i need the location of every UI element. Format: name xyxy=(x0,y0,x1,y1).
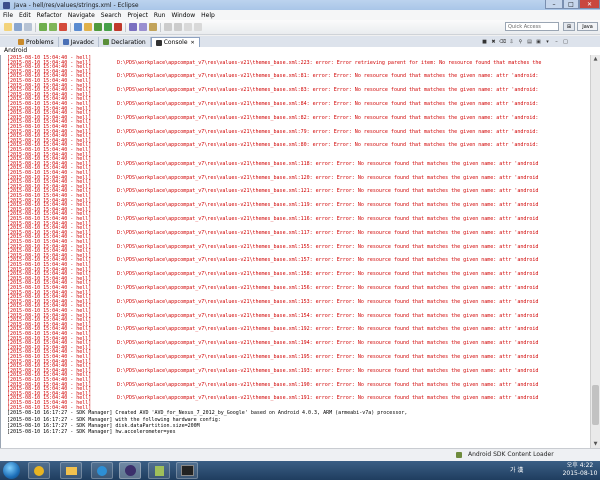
scroll-down-icon[interactable]: ▼ xyxy=(591,440,600,448)
tab-javadoc-label: Javadoc xyxy=(70,38,95,46)
view-menu-icon[interactable]: ▾ xyxy=(544,38,551,45)
console-vertical-scrollbar[interactable]: ▲ ▼ xyxy=(590,55,600,448)
explorer-icon xyxy=(65,466,77,475)
tab-declaration[interactable]: Declaration xyxy=(99,37,151,47)
eclipse-app-icon xyxy=(3,1,10,9)
scroll-lock-icon[interactable]: ⇩ xyxy=(508,38,515,45)
clock-date: 2015-08-10 xyxy=(562,470,598,477)
ime-indicator[interactable]: 가 漢 xyxy=(510,465,523,474)
menu-project[interactable]: Project xyxy=(124,12,151,19)
prev-annotation-icon[interactable] xyxy=(174,23,182,31)
toolbar-separator xyxy=(35,22,36,32)
taskbar-explorer[interactable] xyxy=(60,462,82,479)
clear-console-icon[interactable]: ⌫ xyxy=(499,38,506,45)
tab-javadoc[interactable]: Javadoc xyxy=(59,37,100,47)
debug-icon[interactable] xyxy=(94,23,102,31)
open-perspective-icon: ⊞ xyxy=(566,23,572,30)
open-perspective-button[interactable]: ⊞ xyxy=(563,22,575,31)
next-annotation-icon[interactable] xyxy=(164,23,172,31)
scrollbar-thumb[interactable] xyxy=(592,385,599,425)
toolbar-separator xyxy=(160,22,161,32)
quick-access-input[interactable]: Quick Access xyxy=(505,22,559,31)
toolbar-separator xyxy=(70,22,71,32)
menu-edit[interactable]: Edit xyxy=(16,12,34,19)
open-task-icon[interactable] xyxy=(139,23,147,31)
android-sdk-icon[interactable] xyxy=(39,23,47,31)
menu-search[interactable]: Search xyxy=(98,12,125,19)
declaration-icon xyxy=(103,39,110,45)
avd-manager-icon[interactable] xyxy=(49,23,57,31)
save-icon[interactable] xyxy=(14,23,22,31)
java-perspective-label: Java xyxy=(582,23,593,30)
eclipse-icon xyxy=(124,465,136,476)
window-title: Java - hell/res/values/strings.xml - Ecl… xyxy=(14,1,139,9)
java-perspective-button[interactable]: Java xyxy=(577,22,598,31)
search-icon[interactable] xyxy=(149,23,157,31)
tab-console[interactable]: Console ✕ xyxy=(150,37,200,47)
display-console-icon[interactable]: ▤ xyxy=(526,38,533,45)
menu-run[interactable]: Run xyxy=(151,12,169,19)
console-name: Android xyxy=(0,47,600,55)
scroll-up-icon[interactable]: ▲ xyxy=(591,55,600,63)
console-view-toolbar: ■ ✖ ⌫ ⇩ ⚲ ▤ ▣ ▾ – □ xyxy=(480,37,570,46)
menu-window[interactable]: Window xyxy=(168,12,198,19)
external-tools-icon[interactable] xyxy=(114,23,122,31)
minimize-view-icon[interactable]: – xyxy=(553,38,560,45)
taskbar-download[interactable] xyxy=(148,462,170,479)
console-icon xyxy=(155,39,162,46)
clock-time: 오후 4:22 xyxy=(566,462,594,469)
chrome-icon xyxy=(34,465,44,476)
new-package-icon[interactable] xyxy=(84,23,92,31)
sdk-loader-status[interactable]: Android SDK Content Loader xyxy=(468,451,554,458)
open-type-icon[interactable] xyxy=(129,23,137,31)
new-icon[interactable] xyxy=(4,23,12,31)
window-title-bar[interactable]: Java - hell/res/values/strings.xml - Ecl… xyxy=(0,0,600,10)
menu-help[interactable]: Help xyxy=(198,12,218,19)
start-button[interactable] xyxy=(3,462,20,479)
taskbar-ie[interactable] xyxy=(91,462,113,479)
system-clock[interactable]: 오후 4:22 2015-08-10 xyxy=(560,462,600,478)
menu-refactor[interactable]: Refactor xyxy=(34,12,65,19)
sdk-manager-line: [2015-08-10 16:17:27 - SDK Manager] hw.a… xyxy=(7,429,176,436)
menu-bar: File Edit Refactor Navigate Search Proje… xyxy=(0,10,600,20)
tab-problems[interactable]: Problems xyxy=(14,37,59,47)
windows-taskbar: 가 漢 오후 4:22 2015-08-10 xyxy=(0,461,600,480)
close-window-button[interactable]: ✕ xyxy=(579,0,600,9)
progress-icon xyxy=(456,452,462,458)
maximize-view-icon[interactable]: □ xyxy=(562,38,569,45)
back-icon[interactable] xyxy=(184,23,192,31)
tab-problems-label: Problems xyxy=(26,38,54,46)
taskbar-eclipse[interactable] xyxy=(119,462,141,479)
close-icon[interactable]: ✕ xyxy=(191,40,195,46)
menu-file[interactable]: File xyxy=(0,12,16,19)
open-console-icon[interactable]: ▣ xyxy=(535,38,542,45)
forward-icon[interactable] xyxy=(194,23,202,31)
remove-launch-icon[interactable]: ✖ xyxy=(490,38,497,45)
javadoc-icon xyxy=(62,39,69,45)
ie-icon xyxy=(97,465,107,476)
print-icon[interactable] xyxy=(24,23,32,31)
tab-declaration-label: Declaration xyxy=(111,38,146,46)
run-icon[interactable] xyxy=(104,23,112,31)
maximize-button[interactable]: □ xyxy=(563,0,579,9)
tab-console-label: Console xyxy=(163,39,188,46)
menu-navigate[interactable]: Navigate xyxy=(65,12,98,19)
terminate-icon[interactable]: ■ xyxy=(481,38,488,45)
terminal-icon xyxy=(180,465,194,476)
toolbar-separator xyxy=(125,22,126,32)
download-icon xyxy=(154,465,164,476)
lint-icon[interactable] xyxy=(59,23,67,31)
minimize-button[interactable]: – xyxy=(545,0,563,9)
taskbar-terminal[interactable] xyxy=(176,462,198,479)
problems-icon xyxy=(18,39,24,45)
console-output[interactable]: [2015-08-10 15:04:40 - hell] [2015-08-10 … xyxy=(0,55,590,448)
new-android-project-icon[interactable] xyxy=(74,23,82,31)
taskbar-chrome[interactable] xyxy=(28,462,50,479)
status-bar: Android SDK Content Loader xyxy=(0,448,600,462)
pin-console-icon[interactable]: ⚲ xyxy=(517,38,524,45)
